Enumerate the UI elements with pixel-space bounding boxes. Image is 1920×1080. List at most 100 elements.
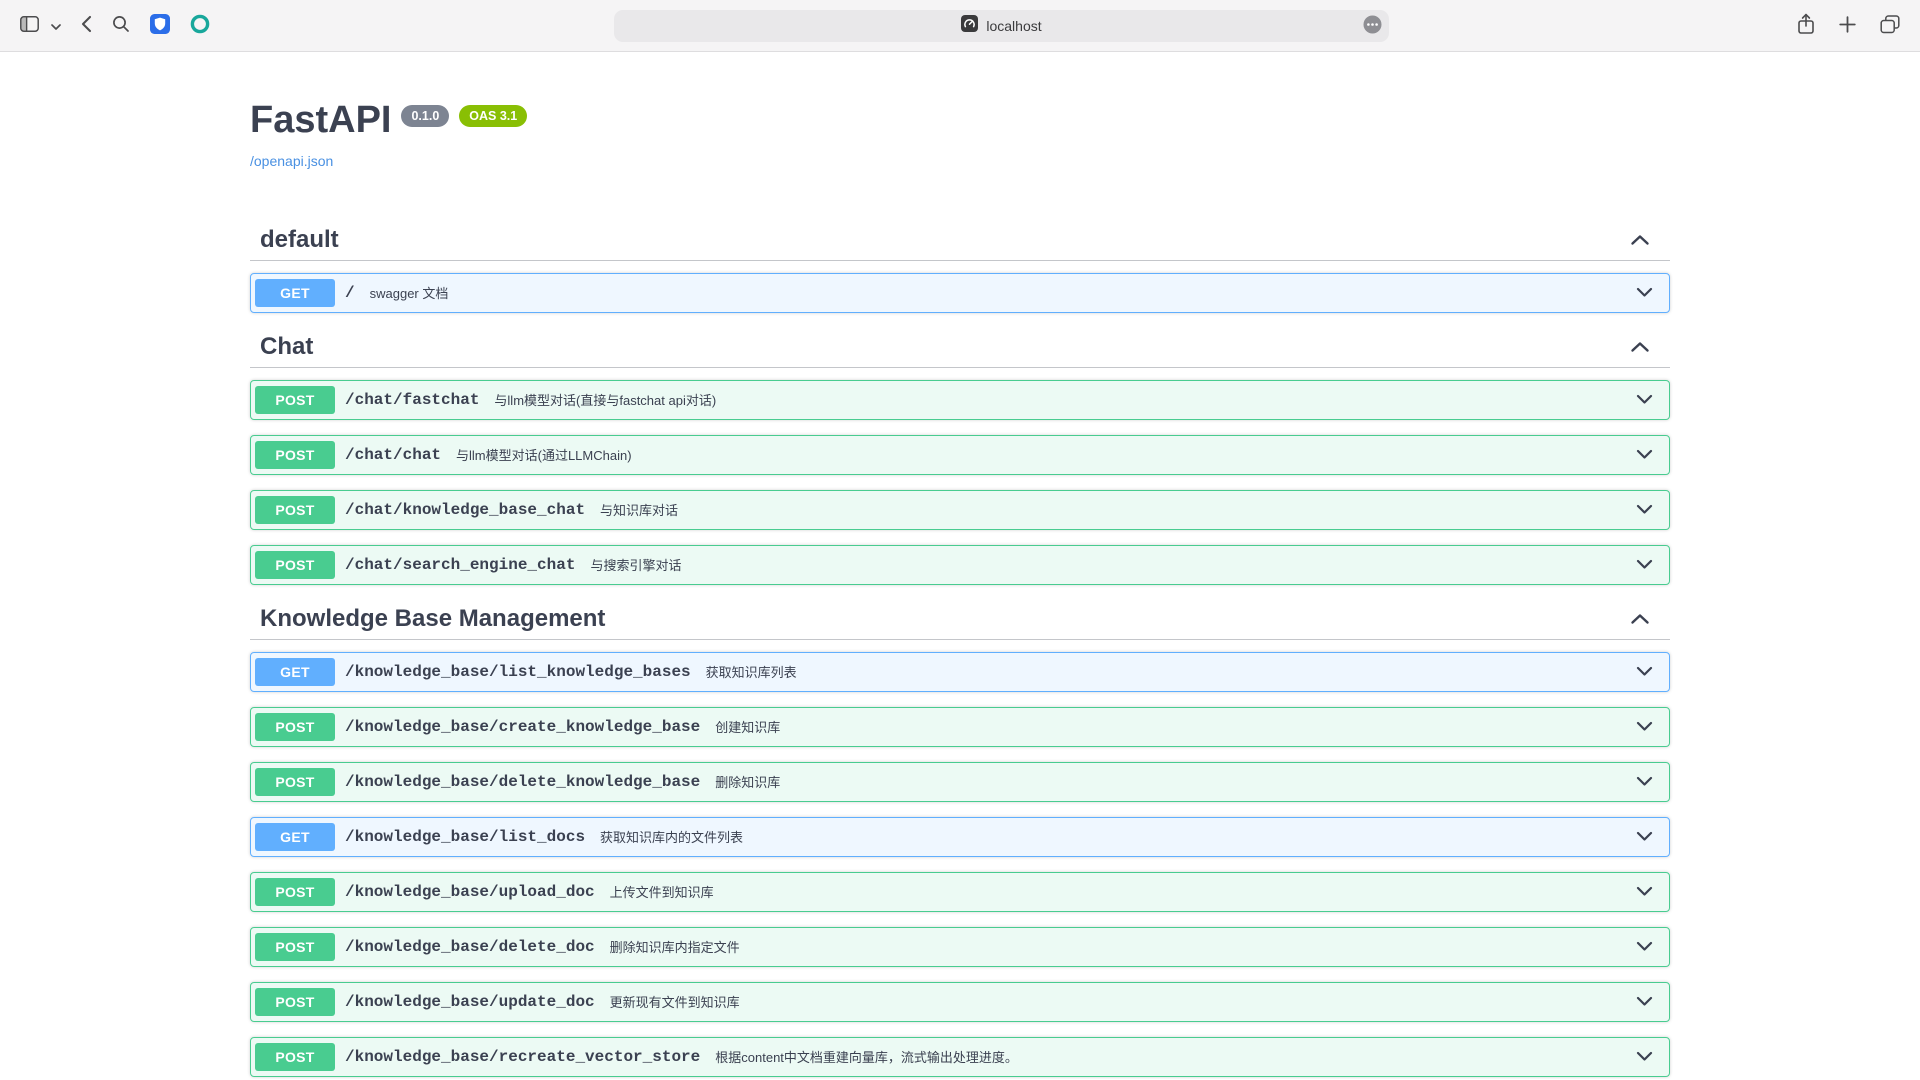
method-badge: POST	[255, 386, 335, 414]
operation-path: /knowledge_base/delete_knowledge_base	[345, 773, 700, 791]
method-badge: POST	[255, 441, 335, 469]
section-header[interactable]: Chat	[250, 328, 1670, 368]
teal-ring-extension-icon	[190, 14, 210, 37]
section-header[interactable]: default	[250, 221, 1670, 261]
expand-chevron-down-icon[interactable]	[1636, 721, 1653, 732]
operation-description: 根据content中文档重建向量库，流式输出处理进度。	[715, 1047, 1018, 1066]
page-title: FastAPI 0.1.0 OAS 3.1	[250, 99, 1670, 143]
expand-chevron-down-icon[interactable]	[1636, 504, 1653, 515]
extension-button-teal[interactable]	[186, 10, 214, 41]
page-menu-ellipsis-icon	[1363, 15, 1382, 37]
expand-chevron-down-icon[interactable]	[1636, 886, 1653, 897]
extension-button-blue[interactable]	[146, 10, 174, 41]
operation-description: 删除知识库内指定文件	[610, 937, 740, 956]
toolbar-right-group	[1777, 9, 1904, 42]
operation-path: /knowledge_base/recreate_vector_store	[345, 1048, 700, 1066]
api-section: Knowledge Base Management GET /knowledge…	[250, 600, 1670, 1077]
sidebar-menu-button[interactable]	[47, 14, 65, 37]
operation-row[interactable]: GET /knowledge_base/list_knowledge_bases…	[250, 652, 1670, 692]
operation-description: 与知识库对话	[600, 500, 678, 519]
browser-toolbar: localhost	[0, 0, 1920, 52]
operation-path: /knowledge_base/update_doc	[345, 993, 595, 1011]
expand-chevron-down-icon[interactable]	[1636, 996, 1653, 1007]
operation-row[interactable]: POST /knowledge_base/recreate_vector_sto…	[250, 1037, 1670, 1077]
operations: POST /chat/fastchat 与llm模型对话(直接与fastchat…	[250, 380, 1670, 585]
api-title-text: FastAPI	[250, 99, 391, 143]
blue-shield-extension-icon	[150, 14, 170, 37]
method-badge: POST	[255, 1043, 335, 1071]
operation-description: 获取知识库列表	[706, 662, 797, 681]
method-badge: POST	[255, 988, 335, 1016]
expand-chevron-down-icon[interactable]	[1636, 941, 1653, 952]
operations: GET /knowledge_base/list_knowledge_bases…	[250, 652, 1670, 1077]
operation-row[interactable]: GET / swagger 文档	[250, 273, 1670, 313]
operation-row[interactable]: POST /knowledge_base/delete_knowledge_ba…	[250, 762, 1670, 802]
expand-chevron-down-icon[interactable]	[1636, 776, 1653, 787]
expand-chevron-down-icon[interactable]	[1636, 559, 1653, 570]
operation-row[interactable]: GET /knowledge_base/list_docs 获取知识库内的文件列…	[250, 817, 1670, 857]
tab-overview-button[interactable]	[1876, 11, 1904, 41]
expand-chevron-down-icon[interactable]	[1636, 449, 1653, 460]
operation-path: /	[345, 284, 355, 302]
site-settings-icon[interactable]	[961, 15, 978, 37]
back-chevron-icon	[81, 15, 92, 36]
operation-path: /knowledge_base/delete_doc	[345, 938, 595, 956]
tab-overview-icon	[1880, 15, 1900, 37]
method-badge: POST	[255, 933, 335, 961]
method-badge: POST	[255, 496, 335, 524]
operation-path: /chat/chat	[345, 446, 441, 464]
url-site-group: localhost	[961, 15, 1041, 37]
operation-path: /knowledge_base/upload_doc	[345, 883, 595, 901]
new-tab-button[interactable]	[1835, 12, 1860, 40]
expand-chevron-down-icon[interactable]	[1636, 831, 1653, 842]
urlbar-container: localhost	[226, 10, 1777, 42]
operations: GET / swagger 文档	[250, 273, 1670, 313]
expand-chevron-down-icon[interactable]	[1636, 394, 1653, 405]
url-text: localhost	[986, 18, 1041, 34]
operation-description: 获取知识库内的文件列表	[600, 827, 743, 846]
section-title: default	[260, 226, 339, 254]
section-title: Chat	[260, 333, 313, 361]
page-menu-button[interactable]	[1363, 15, 1382, 37]
sections: default GET / swagger 文档 Chat POST /chat…	[250, 221, 1670, 1077]
back-button[interactable]	[77, 11, 96, 40]
operation-row[interactable]: POST /knowledge_base/upload_doc 上传文件到知识库	[250, 872, 1670, 912]
expand-chevron-down-icon[interactable]	[1636, 287, 1653, 298]
operation-path: /chat/knowledge_base_chat	[345, 501, 585, 519]
collapse-chevron-up-icon[interactable]	[1630, 341, 1650, 353]
operation-path: /knowledge_base/create_knowledge_base	[345, 718, 700, 736]
operation-row[interactable]: POST /chat/chat 与llm模型对话(通过LLMChain)	[250, 435, 1670, 475]
operation-description: 与llm模型对话(直接与fastchat api对话)	[494, 390, 716, 409]
sidebar-toggle-button[interactable]	[16, 12, 43, 39]
search-button[interactable]	[108, 11, 134, 40]
collapse-chevron-up-icon[interactable]	[1630, 613, 1650, 625]
operation-row[interactable]: POST /knowledge_base/update_doc 更新现有文件到知…	[250, 982, 1670, 1022]
share-icon	[1797, 13, 1815, 38]
operation-row[interactable]: POST /chat/knowledge_base_chat 与知识库对话	[250, 490, 1670, 530]
operation-row[interactable]: POST /chat/search_engine_chat 与搜索引擎对话	[250, 545, 1670, 585]
share-button[interactable]	[1793, 9, 1819, 42]
api-info: FastAPI 0.1.0 OAS 3.1 /openapi.json	[250, 52, 1670, 171]
operation-description: 上传文件到知识库	[610, 882, 714, 901]
method-badge: POST	[255, 768, 335, 796]
method-badge: POST	[255, 551, 335, 579]
operation-row[interactable]: POST /knowledge_base/create_knowledge_ba…	[250, 707, 1670, 747]
operation-row[interactable]: POST /chat/fastchat 与llm模型对话(直接与fastchat…	[250, 380, 1670, 420]
chevron-down-icon	[51, 18, 61, 33]
operation-path: /knowledge_base/list_docs	[345, 828, 585, 846]
address-bar[interactable]: localhost	[614, 10, 1389, 42]
expand-chevron-down-icon[interactable]	[1636, 666, 1653, 677]
openapi-spec-link[interactable]: /openapi.json	[250, 153, 333, 169]
section-header[interactable]: Knowledge Base Management	[250, 600, 1670, 640]
operation-row[interactable]: POST /knowledge_base/delete_doc 删除知识库内指定…	[250, 927, 1670, 967]
section-title: Knowledge Base Management	[260, 605, 605, 633]
expand-chevron-down-icon[interactable]	[1636, 1051, 1653, 1062]
sidebar-icon	[20, 16, 39, 35]
api-section: default GET / swagger 文档	[250, 221, 1670, 313]
method-badge: GET	[255, 823, 335, 851]
search-icon	[112, 15, 130, 36]
operation-path: /knowledge_base/list_knowledge_bases	[345, 663, 691, 681]
operation-path: /chat/search_engine_chat	[345, 556, 575, 574]
operation-description: 与llm模型对话(通过LLMChain)	[456, 445, 632, 464]
collapse-chevron-up-icon[interactable]	[1630, 234, 1650, 246]
